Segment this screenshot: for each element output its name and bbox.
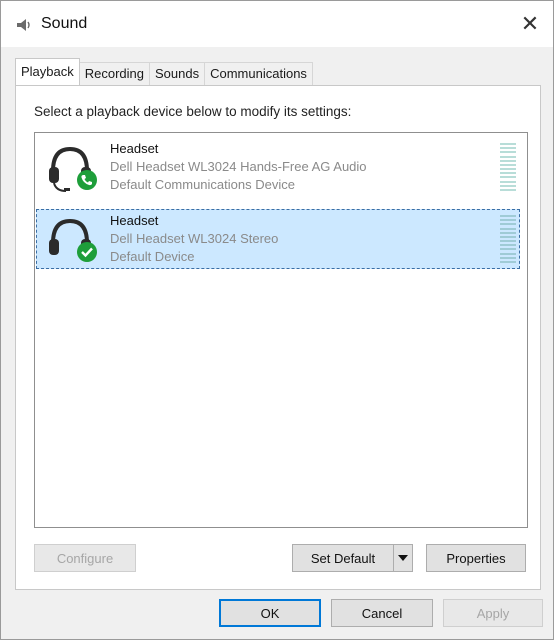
device-description: Dell Headset WL3024 Hands-Free AG Audio <box>110 159 367 174</box>
check-icon <box>77 242 97 262</box>
device-list[interactable]: Headset Dell Headset WL3024 Hands-Free A… <box>34 132 528 528</box>
cancel-label: Cancel <box>361 605 403 621</box>
device-item-headset-stereo[interactable]: Headset Dell Headset WL3024 Stereo Defau… <box>36 209 520 269</box>
tab-sounds[interactable]: Sounds <box>149 62 206 85</box>
ok-label: OK <box>260 605 280 621</box>
tab-communications[interactable]: Communications <box>204 62 313 85</box>
configure-label: Configure <box>56 550 114 566</box>
device-description: Dell Headset WL3024 Stereo <box>110 231 279 246</box>
cancel-button[interactable]: Cancel <box>331 599 433 627</box>
playback-panel: Select a playback device below to modify… <box>15 85 541 590</box>
properties-button[interactable]: Properties <box>426 544 526 572</box>
apply-button[interactable]: Apply <box>443 599 543 627</box>
device-status: Default Device <box>110 249 195 264</box>
device-name: Headset <box>110 141 159 156</box>
set-default-dropdown[interactable] <box>393 544 413 572</box>
phone-icon <box>77 170 97 190</box>
sound-dialog: Sound ✕ Playback Recording Sounds Commun… <box>0 0 554 640</box>
set-default-label: Set Default <box>310 550 376 566</box>
close-button[interactable]: ✕ <box>515 9 545 39</box>
title-bar[interactable]: Sound ✕ <box>1 1 553 47</box>
properties-label: Properties <box>446 550 506 566</box>
speaker-icon <box>17 19 30 31</box>
volume-meter <box>500 143 516 191</box>
tab-strip: Playback Recording Sounds Communications <box>15 58 313 85</box>
device-item-headset-handsfree[interactable]: Headset Dell Headset WL3024 Hands-Free A… <box>36 137 520 197</box>
volume-meter <box>500 215 516 263</box>
device-name: Headset <box>110 213 159 228</box>
instruction-text: Select a playback device below to modify… <box>34 104 352 119</box>
close-icon: ✕ <box>520 11 540 36</box>
window-title: Sound <box>41 15 88 32</box>
device-status: Default Communications Device <box>110 177 295 192</box>
chevron-down-icon <box>398 555 408 561</box>
configure-button[interactable]: Configure <box>34 544 136 572</box>
apply-label: Apply <box>476 605 510 621</box>
tab-playback[interactable]: Playback <box>15 58 80 85</box>
set-default-button[interactable]: Set Default <box>292 544 394 572</box>
tab-recording[interactable]: Recording <box>78 62 151 85</box>
ok-button[interactable]: OK <box>219 599 321 627</box>
